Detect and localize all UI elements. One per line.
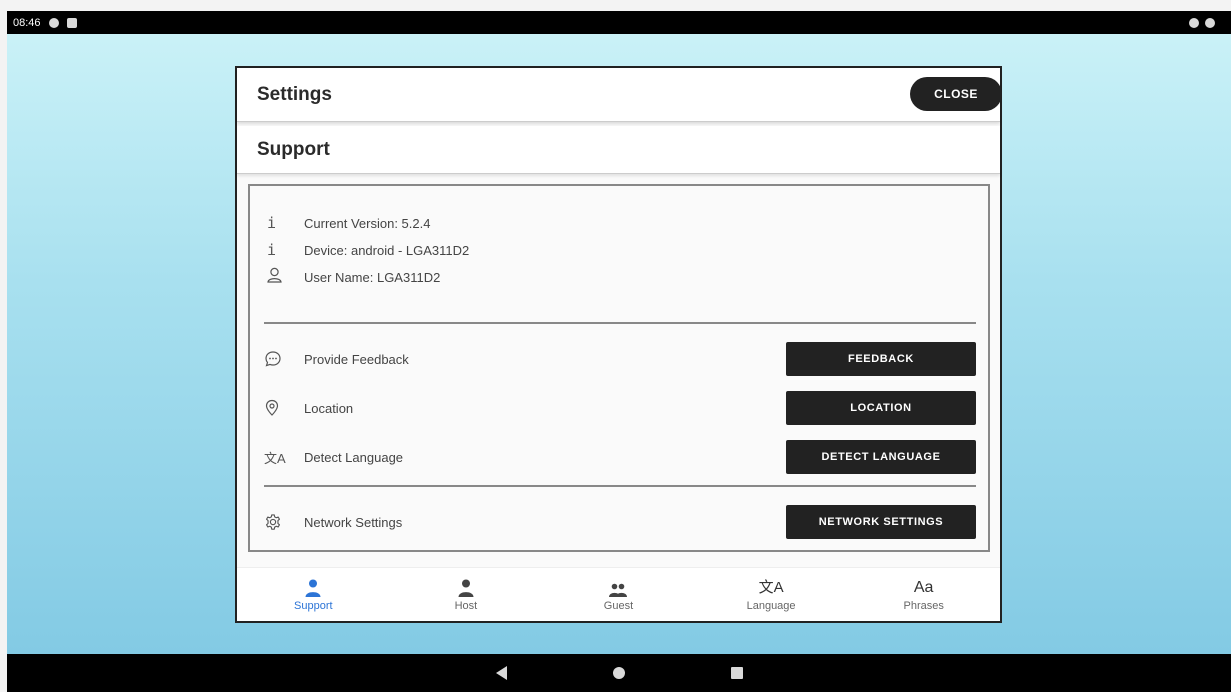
text-icon: Aa [913,579,934,596]
tab-label: Language [746,600,796,612]
info-row-version: i Current Version: 5.2.4 [264,212,430,234]
dialog-header: Settings CLOSE [237,68,1002,122]
tab-label: Support [294,600,333,612]
location-button[interactable]: LOCATION [786,391,976,425]
info-icon: i [267,241,277,259]
tab-label: Guest [603,600,634,612]
group-icon [608,577,628,597]
tab-label: Host [454,600,478,612]
gear-icon [264,513,304,531]
info-icon: i [267,214,277,232]
support-panel: i Current Version: 5.2.4 i Device: andro… [248,184,990,552]
tab-guest[interactable]: Guest [542,568,695,621]
location-pin-icon [264,399,304,417]
current-version-text: Current Version: 5.2.4 [304,215,431,231]
location-label: Location [304,400,354,416]
divider [264,322,976,324]
settings-dialog: Settings CLOSE Support i Current Version… [235,66,1002,623]
person-icon [458,577,474,597]
notification-status-icon [66,17,77,28]
tab-label: Phrases [903,600,944,612]
system-nav-bar [7,654,1231,692]
detect-language-button[interactable]: DETECT LANGUAGE [786,440,976,474]
battery-status-icon [1205,17,1215,28]
network-settings-button[interactable]: NETWORK SETTINGS [786,505,976,539]
feedback-button[interactable]: FEEDBACK [786,342,976,376]
provide-feedback-label: Provide Feedback [304,351,409,367]
home-icon[interactable] [612,667,625,679]
settings-status-icon [48,17,59,28]
action-row-location: Location LOCATION [264,390,976,426]
tab-phrases[interactable]: Aa Phrases [847,568,1000,621]
chat-bubble-icon [264,350,304,368]
translate-icon: 文A [758,579,784,596]
person-icon [305,577,321,597]
action-row-language: 文A Detect Language DETECT LANGUAGE [264,439,976,475]
device-screen: 08:46 Settings CLOSE Support i Current V… [7,11,1231,692]
section-title: Support [257,138,330,160]
bottom-tab-bar: Support Host Guest 文A Language Aa Phrase… [237,567,1000,621]
action-row-network: Network Settings NETWORK SETTINGS [264,504,976,540]
network-settings-label: Network Settings [304,514,403,530]
action-row-feedback: Provide Feedback FEEDBACK [264,341,976,377]
translate-icon: 文A [264,450,286,466]
status-time: 08:46 [13,16,41,29]
tab-language[interactable]: 文A Language [695,568,848,621]
tab-host[interactable]: Host [390,568,543,621]
section-header: Support [237,126,1000,174]
user-name-text: User Name: LGA311D2 [304,269,441,285]
dialog-title: Settings [257,83,332,105]
device-text: Device: android - LGA311D2 [304,242,470,258]
tab-support[interactable]: Support [237,568,390,621]
status-bar: 08:46 [7,11,1231,34]
detect-language-label: Detect Language [304,449,404,465]
back-icon[interactable] [495,666,507,680]
divider [264,485,976,487]
recent-apps-icon[interactable] [730,667,743,679]
wifi-status-icon [1189,17,1199,28]
user-icon [264,267,304,287]
close-button[interactable]: CLOSE [910,77,1002,111]
info-row-device: i Device: android - LGA311D2 [264,239,469,261]
info-row-user: User Name: LGA311D2 [264,266,440,288]
